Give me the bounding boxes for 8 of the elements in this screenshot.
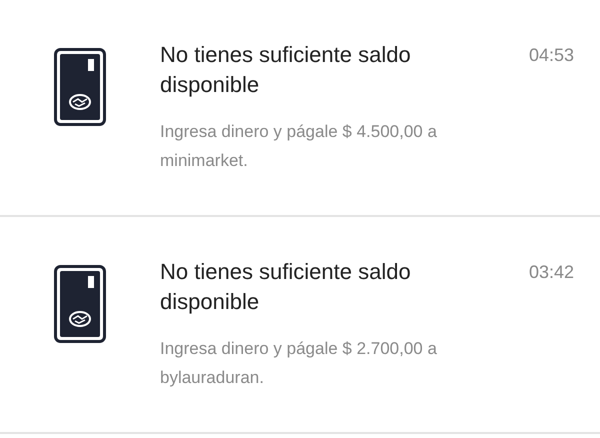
card-icon <box>54 48 106 126</box>
card-icon <box>54 265 106 343</box>
notification-title: No tienes suficiente saldo disponible <box>160 258 412 316</box>
notification-message: Ingresa dinero y págale $ 4.500,00 a minimarket. <box>160 121 438 172</box>
notification-time: 03:42 <box>528 261 574 284</box>
notification-message: Ingresa dinero y págale $ 2.700,00 a bylauraduran. <box>160 338 438 389</box>
notification-time: 04:53 <box>528 44 574 67</box>
notification-title: No tienes suficiente saldo disponible <box>160 41 412 99</box>
